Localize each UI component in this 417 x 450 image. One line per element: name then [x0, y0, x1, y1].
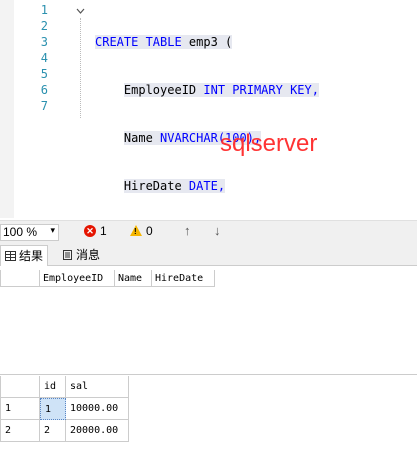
next-error-arrow-icon[interactable]: ↓ — [214, 223, 221, 238]
previous-error-arrow-icon[interactable]: ↑ — [184, 223, 191, 238]
fold-guide-line — [80, 18, 82, 118]
warning-icon[interactable]: ! — [130, 225, 142, 236]
table-cell[interactable]: 20000.00 — [66, 420, 129, 442]
table-cell[interactable]: 2 — [40, 420, 66, 442]
tab-label: 结果 — [19, 249, 44, 263]
tab-results[interactable]: 结果 — [0, 245, 49, 266]
row-header-corner — [0, 376, 40, 398]
column-header[interactable]: EmployeeID — [40, 270, 115, 287]
result-grid-1[interactable]: EmployeeID Name HireDate — [0, 266, 417, 375]
editor-margin — [0, 0, 14, 218]
column-header[interactable]: id — [40, 376, 66, 398]
line-number: 7 — [40, 99, 48, 113]
column-header[interactable]: HireDate — [152, 270, 215, 287]
zoom-value: 100 % — [3, 225, 38, 239]
tab-label: 消息 — [76, 248, 101, 262]
code-token: DATE, — [181, 179, 226, 193]
error-icon[interactable]: ✕ — [84, 225, 96, 237]
message-icon — [63, 250, 72, 260]
table-cell[interactable]: 10000.00 — [66, 398, 129, 420]
code-token: Name — [123, 131, 153, 145]
code-token: CREATE TABLE — [95, 35, 182, 49]
warning-count: 0 — [146, 224, 153, 238]
zoom-dropdown[interactable]: 100 % ▾ — [0, 224, 59, 241]
code-token: emp3 ( — [181, 35, 233, 49]
line-number: 6 — [40, 83, 48, 97]
error-count: 1 — [100, 224, 107, 238]
code-text[interactable]: CREATE TABLE emp3 ( EmployeeID INT PRIMA… — [95, 2, 319, 218]
line-number: 5 — [40, 67, 48, 81]
line-number: 4 — [40, 51, 48, 65]
code-token: EmployeeID — [123, 83, 197, 97]
results-tab-strip: 结果 消息 — [0, 243, 417, 266]
chevron-down-icon: ▾ — [50, 225, 55, 235]
result-grid-2[interactable]: id sal 1 1 10000.00 2 2 20000.00 — [0, 376, 417, 450]
editor-status-bar: 100 % ▾ ✕ 1 ! 0 ↑ ↓ — [0, 220, 417, 243]
column-header[interactable]: sal — [66, 376, 129, 398]
line-number: 3 — [40, 35, 48, 49]
collapse-region-icon[interactable] — [76, 7, 85, 16]
watermark-text: sqlserver — [220, 130, 318, 157]
table-cell[interactable]: 1 — [40, 398, 66, 420]
code-token: INT PRIMARY KEY, — [196, 83, 319, 97]
line-number: 2 — [40, 19, 48, 33]
row-number[interactable]: 1 — [0, 398, 40, 420]
column-header[interactable]: Name — [115, 270, 152, 287]
query-editor[interactable]: 1 2 3 4 5 6 7 CREATE TABLE emp3 ( Employ… — [0, 0, 417, 218]
code-token: HireDate — [123, 179, 182, 193]
grid-icon — [5, 251, 16, 261]
row-header-corner — [0, 270, 40, 287]
row-number[interactable]: 2 — [0, 420, 40, 442]
tab-messages[interactable]: 消息 — [58, 245, 104, 265]
line-number: 1 — [40, 3, 48, 17]
